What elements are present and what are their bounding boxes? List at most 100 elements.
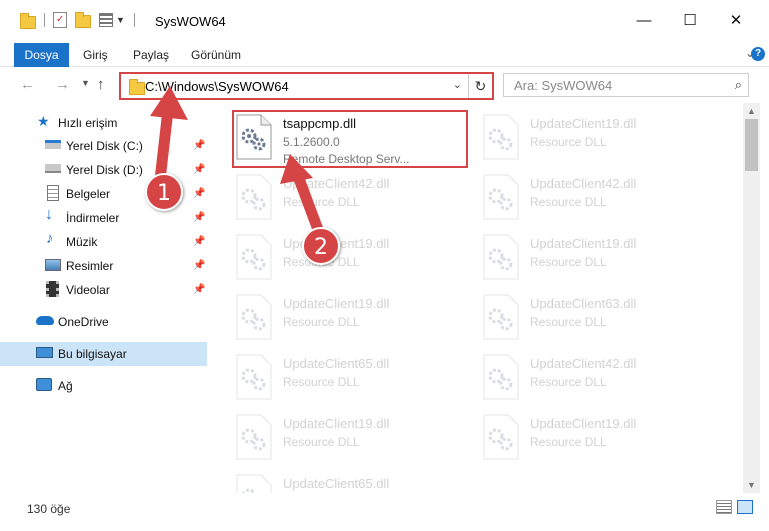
pin-icon[interactable]: 📌: [193, 140, 205, 151]
step-1-badge: 1: [145, 173, 183, 211]
pin-icon[interactable]: 📌: [193, 236, 205, 247]
network-icon: [36, 378, 52, 391]
tab-file[interactable]: Dosya: [14, 43, 69, 67]
file-description: Resource DLL: [283, 435, 360, 449]
file-item[interactable]: UpdateClient19.dll Resource DLL: [233, 288, 465, 348]
up-button[interactable]: ↑: [97, 76, 105, 93]
scroll-down-icon[interactable]: ▼: [747, 480, 756, 490]
tab-home[interactable]: Giriş: [83, 43, 108, 67]
back-button[interactable]: ←: [20, 76, 35, 93]
maximize-button[interactable]: ☐: [667, 8, 713, 32]
sidebar-item-this-pc[interactable]: Bu bilgisayar: [0, 342, 207, 366]
scroll-up-icon[interactable]: ▲: [747, 106, 756, 116]
sidebar-item-disk-c[interactable]: Yerel Disk (C:) 📌: [0, 134, 207, 158]
dll-file-icon: [483, 354, 519, 400]
sidebar-item-label: Videolar: [66, 283, 110, 297]
sidebar-item-quick-access[interactable]: ★ Hızlı erişim: [0, 111, 207, 135]
music-icon: ♪: [46, 230, 54, 247]
file-name: UpdateClient65.dll: [283, 356, 390, 371]
cloud-icon: [36, 316, 54, 325]
file-item[interactable]: UpdateClient42.dll Resource DLL: [233, 168, 465, 228]
computer-icon: [36, 347, 53, 358]
refresh-button[interactable]: ↻: [468, 74, 492, 98]
file-description: Resource DLL: [283, 195, 360, 209]
file-item[interactable]: UpdateClient42.dll Resource DLL: [480, 168, 712, 228]
vertical-scrollbar[interactable]: ▲ ▼: [743, 103, 760, 493]
pin-icon[interactable]: 📌: [193, 260, 205, 271]
sidebar-item-label: Ağ: [58, 379, 73, 393]
file-item[interactable]: UpdateClient19.dllResource DLL: [480, 408, 712, 468]
properties-icon[interactable]: ✓: [53, 12, 67, 28]
sidebar-item-videos[interactable]: Videolar 📌: [0, 278, 207, 302]
dll-file-icon: [236, 174, 272, 220]
scroll-thumb[interactable]: [745, 119, 758, 171]
sidebar-item-label: Belgeler: [66, 187, 111, 201]
title-bar: ✓ ▼ SysWOW64 — ☐ ✕: [0, 0, 769, 40]
sidebar-item-label: OneDrive: [58, 315, 109, 329]
sidebar-item-label: Resimler: [66, 259, 114, 273]
dll-file-icon: [483, 234, 519, 280]
video-icon: [46, 281, 59, 297]
file-name: UpdateClient63.dll: [530, 296, 637, 311]
close-button[interactable]: ✕: [713, 8, 759, 32]
search-box[interactable]: Ara: SysWOW64 ⌕: [503, 73, 749, 97]
sidebar-item-pictures[interactable]: Resimler 📌: [0, 254, 207, 278]
address-bar[interactable]: C:\Windows\SysWOW64 ⌄ ↻: [119, 72, 494, 100]
file-name: UpdateClient19.dll: [530, 236, 637, 251]
drive-icon: [45, 140, 61, 149]
window-title: SysWOW64: [155, 14, 226, 29]
sidebar-item-onedrive[interactable]: OneDrive: [0, 310, 207, 334]
tab-view[interactable]: Görünüm: [191, 43, 241, 67]
customize-icon[interactable]: [99, 13, 113, 27]
dll-file-icon: [483, 294, 519, 340]
search-icon[interactable]: ⌕: [735, 77, 742, 93]
address-path[interactable]: C:\Windows\SysWOW64: [145, 79, 289, 94]
file-item[interactable]: UpdateClient19.dllResource DLL: [480, 228, 712, 288]
separator: [133, 13, 135, 27]
file-description: Resource DLL: [283, 315, 360, 329]
star-icon: ★: [37, 113, 50, 129]
minimize-button[interactable]: —: [621, 8, 667, 32]
large-icons-view-icon[interactable]: [737, 500, 753, 514]
pin-icon[interactable]: 📌: [193, 164, 205, 175]
navigation-pane: ★ Hızlı erişim Yerel Disk (C:) 📌 Yerel D…: [0, 103, 207, 493]
search-input[interactable]: Ara: SysWOW64: [514, 78, 612, 93]
recent-locations-icon[interactable]: ▼: [81, 78, 90, 88]
file-description: Resource DLL: [530, 135, 607, 149]
download-icon: ↓: [45, 206, 53, 223]
dll-file-icon: [236, 294, 272, 340]
file-item[interactable]: UpdateClient19.dllResource DLL: [233, 228, 465, 288]
file-name: UpdateClient19.dll: [283, 296, 390, 311]
tab-share[interactable]: Paylaş: [133, 43, 169, 67]
file-item[interactable]: UpdateClient19.dllResource DLL: [233, 408, 465, 468]
status-bar: 130 öğe: [0, 497, 769, 531]
new-folder-icon[interactable]: [75, 12, 91, 28]
sidebar-item-label: Müzik: [66, 235, 98, 249]
chevron-down-icon[interactable]: ⌄: [453, 78, 462, 91]
sidebar-item-downloads[interactable]: ↓ İndirmeler 📌: [0, 206, 207, 230]
forward-button[interactable]: →: [55, 76, 70, 93]
file-item[interactable]: UpdateClient65.dllResource DLL: [233, 468, 465, 493]
separator: [44, 13, 45, 27]
details-view-icon[interactable]: [716, 500, 732, 514]
sidebar-item-network[interactable]: Ağ: [0, 374, 207, 398]
sidebar-item-music[interactable]: ♪ Müzik 📌: [0, 230, 207, 254]
file-item[interactable]: UpdateClient42.dll Resource DLL: [480, 348, 712, 408]
sidebar-item-label: İndirmeler: [66, 211, 120, 225]
file-item[interactable]: UpdateClient65.dllResource DLL: [233, 348, 465, 408]
chevron-down-icon[interactable]: ▼: [116, 15, 125, 25]
document-icon: [47, 185, 59, 201]
pin-icon[interactable]: 📌: [193, 284, 205, 295]
dll-file-icon: [236, 234, 272, 280]
file-item[interactable]: UpdateClient19.dll Resource DLL: [480, 108, 712, 168]
pin-icon[interactable]: 📌: [193, 212, 205, 223]
help-icon[interactable]: ?: [751, 47, 765, 61]
dll-file-icon: [483, 114, 519, 160]
folder-icon: [129, 79, 145, 95]
highlight-box: [232, 110, 468, 168]
file-item[interactable]: UpdateClient63.dll Resource DLL: [480, 288, 712, 348]
file-name: UpdateClient19.dll: [530, 116, 637, 131]
pin-icon[interactable]: 📌: [193, 188, 205, 199]
folder-icon: [20, 13, 36, 30]
sidebar-item-label: Yerel Disk (D:): [66, 163, 143, 177]
